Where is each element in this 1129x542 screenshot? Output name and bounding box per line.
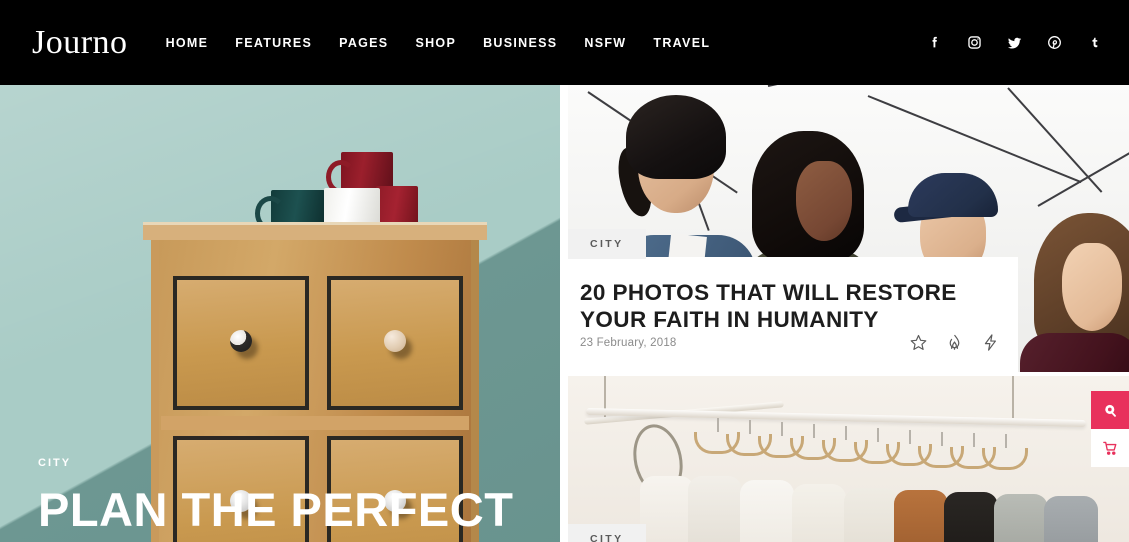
tent-seam bbox=[767, 85, 935, 87]
content-stage: CITY PLAN THE PERFECT CITY 20 PHOTOS THA… bbox=[0, 85, 1129, 542]
hero-left-category[interactable]: CITY bbox=[38, 457, 538, 469]
featured-article-photo[interactable]: CITY 20 PHOTOS THAT WILL RESTORE YOUR FA… bbox=[568, 85, 1129, 372]
cart-button[interactable] bbox=[1091, 429, 1129, 467]
hero-left-card[interactable]: CITY PLAN THE PERFECT bbox=[0, 85, 560, 542]
social-links bbox=[926, 0, 1103, 85]
person-two-face bbox=[796, 161, 852, 241]
garment bbox=[1044, 496, 1098, 542]
garment bbox=[844, 488, 898, 542]
facebook-icon[interactable] bbox=[926, 34, 943, 51]
cart-icon bbox=[1102, 440, 1119, 457]
featured-article-title[interactable]: 20 PHOTOS THAT WILL RESTORE YOUR FAITH I… bbox=[580, 279, 996, 334]
hero-left-caption: CITY PLAN THE PERFECT bbox=[38, 457, 538, 542]
person-four-top bbox=[1020, 333, 1129, 372]
twitter-icon[interactable] bbox=[1006, 34, 1023, 51]
tent-seam bbox=[867, 95, 1082, 184]
featured-article-date: 23 February, 2018 bbox=[580, 336, 677, 349]
drawer-top-left bbox=[173, 276, 309, 410]
secondary-article-photo[interactable]: CITY bbox=[568, 376, 1129, 542]
person-one-hair bbox=[626, 95, 726, 179]
knob-patterned bbox=[230, 330, 252, 352]
person-four-face bbox=[1062, 243, 1122, 331]
garment bbox=[688, 476, 742, 542]
search-button[interactable] bbox=[1091, 391, 1129, 429]
drawer-top-right bbox=[327, 276, 463, 410]
flame-icon[interactable] bbox=[945, 333, 964, 352]
nav-item-shop[interactable]: SHOP bbox=[415, 36, 456, 50]
right-column: CITY 20 PHOTOS THAT WILL RESTORE YOUR FA… bbox=[568, 85, 1129, 542]
featured-article-card[interactable]: CITY 20 PHOTOS THAT WILL RESTORE YOUR FA… bbox=[568, 229, 1018, 372]
nav-item-features[interactable]: FEATURES bbox=[235, 36, 312, 50]
nav-item-pages[interactable]: PAGES bbox=[339, 36, 388, 50]
tent-seam bbox=[1037, 145, 1129, 207]
secondary-category-badge[interactable]: CITY bbox=[568, 524, 646, 542]
garment bbox=[994, 494, 1048, 542]
knob-ceramic bbox=[384, 330, 406, 352]
search-icon bbox=[1102, 402, 1119, 419]
garment bbox=[740, 480, 794, 542]
floating-action-buttons bbox=[1091, 391, 1129, 467]
bolt-icon[interactable] bbox=[981, 333, 1000, 352]
garment bbox=[894, 490, 948, 542]
garment bbox=[792, 484, 846, 542]
garment bbox=[944, 492, 998, 542]
featured-article-actions bbox=[909, 333, 1000, 352]
dresser-rail bbox=[161, 416, 469, 430]
nav-item-nsfw[interactable]: NSFW bbox=[584, 36, 626, 50]
nav-item-business[interactable]: BUSINESS bbox=[483, 36, 557, 50]
nav-item-home[interactable]: HOME bbox=[166, 36, 209, 50]
garment bbox=[640, 476, 694, 542]
rack-cord-right bbox=[1012, 376, 1014, 418]
star-icon[interactable] bbox=[909, 333, 928, 352]
dresser-top-surface bbox=[143, 222, 487, 240]
featured-article-meta: 23 February, 2018 bbox=[580, 333, 1000, 352]
hero-left-title[interactable]: PLAN THE PERFECT bbox=[38, 484, 538, 536]
main-navigation: HOME FEATURES PAGES SHOP BUSINESS NSFW T… bbox=[166, 36, 711, 50]
nav-item-travel[interactable]: TRAVEL bbox=[653, 36, 710, 50]
featured-category-badge[interactable]: CITY bbox=[568, 229, 646, 259]
site-header: Journo HOME FEATURES PAGES SHOP BUSINESS… bbox=[0, 0, 1129, 85]
pinterest-icon[interactable] bbox=[1046, 34, 1063, 51]
tumblr-icon[interactable] bbox=[1086, 34, 1103, 51]
site-logo[interactable]: Journo bbox=[32, 25, 128, 60]
instagram-icon[interactable] bbox=[966, 34, 983, 51]
